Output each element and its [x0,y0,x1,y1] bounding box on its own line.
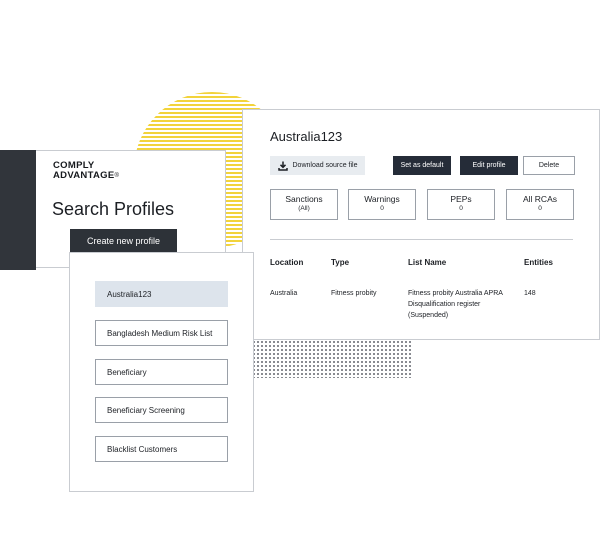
stat-value: (All) [298,205,310,212]
profile-list-item[interactable]: Blacklist Customers [95,436,228,462]
cell-location: Australia [270,290,298,297]
download-button-label: Download source file [292,162,358,169]
cell-entities: 148 [524,290,536,297]
page-title: Search Profiles [52,199,175,219]
search-profiles-list: Australia123 Bangladesh Medium Risk List… [69,252,254,492]
stat-label: PEPs [450,194,472,204]
profile-list-item[interactable]: Beneficiary Screening [95,397,228,423]
stat-label: Warnings [364,194,400,204]
set-as-default-button[interactable]: Set as default [393,156,451,175]
cell-list-name: Fitness probity Australia APRA Disqualif… [408,290,503,319]
stat-warnings[interactable]: Warnings 0 [348,189,416,220]
comply-advantage-logo: COMPLY ADVANTAGE® [53,160,120,181]
profile-list-item[interactable]: Bangladesh Medium Risk List [95,320,228,346]
stat-label: All RCAs [522,194,557,204]
profile-list-item[interactable]: Beneficiary [95,359,228,385]
column-header-location: Location [270,258,304,267]
decorative-dark-panel [0,150,36,270]
stat-value: 0 [459,205,463,212]
create-new-profile-button[interactable]: Create new profile [70,229,177,252]
edit-profile-button[interactable]: Edit profile [460,156,518,175]
column-header-list-name: List Name [408,258,447,267]
cell-type: Fitness probity [331,290,377,297]
column-header-entities: Entities [524,258,553,267]
stat-peps[interactable]: PEPs 0 [427,189,495,220]
decorative-dot-pattern [252,336,412,378]
download-icon [277,161,288,171]
profile-title: Australia123 [270,129,343,144]
delete-button[interactable]: Delete [523,156,575,175]
stat-value: 0 [380,205,384,212]
profile-list-item[interactable]: Australia123 [95,281,228,307]
divider [270,239,573,240]
column-header-type: Type [331,258,350,267]
download-source-file-button[interactable]: Download source file [270,156,365,175]
stat-label: Sanctions [285,194,323,204]
profile-detail-card: Australia123 Download source file Set as… [242,109,600,340]
stat-sanctions[interactable]: Sanctions (All) [270,189,338,220]
stat-value: 0 [538,205,542,212]
stat-all-rcas[interactable]: All RCAs 0 [506,189,574,220]
